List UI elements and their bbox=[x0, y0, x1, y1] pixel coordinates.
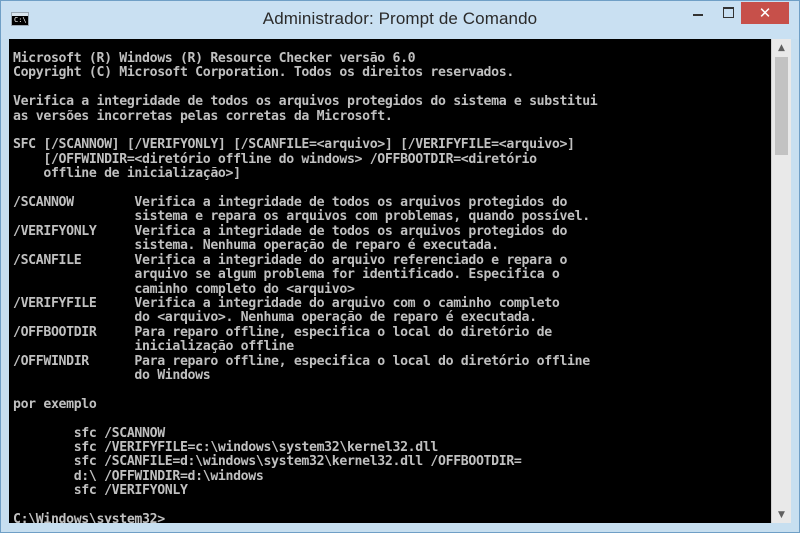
console-line: /SCANFILE Verifica a integridade do arqu… bbox=[13, 252, 568, 268]
console-line: sfc /SCANNOW bbox=[13, 425, 165, 441]
console-line: arquivo se algum problema for identifica… bbox=[13, 267, 560, 283]
console-line: sistema. Nenhuma operação de reparo é ex… bbox=[13, 238, 499, 254]
command-prompt-window: Administrador: Prompt de Comando ✕ Micro… bbox=[0, 0, 800, 533]
title-bar[interactable]: Administrador: Prompt de Comando ✕ bbox=[1, 1, 799, 39]
console-line: do Windows bbox=[13, 367, 211, 383]
console-line: /VERIFYONLY Verifica a integridade de to… bbox=[13, 223, 568, 239]
scroll-up-icon: ▲ bbox=[778, 42, 785, 53]
console-line: /OFFWINDIR Para reparo offline, especifi… bbox=[13, 353, 590, 369]
console-line: Copyright (C) Microsoft Corporation. Tod… bbox=[13, 65, 514, 81]
scroll-up-button[interactable]: ▲ bbox=[772, 39, 791, 56]
close-button[interactable]: ✕ bbox=[741, 2, 789, 24]
console-line: sfc /SCANFILE=d:\windows\system32\kernel… bbox=[13, 454, 522, 470]
console-line: d:\ /OFFWINDIR=d:\windows bbox=[13, 468, 264, 484]
maximize-button[interactable] bbox=[714, 2, 742, 22]
console-line: do <arquivo>. Nenhuma operação de reparo… bbox=[13, 310, 537, 326]
console-line: caminho completo do <arquivo> bbox=[13, 281, 355, 297]
console-line: Microsoft (R) Windows (R) Resource Check… bbox=[13, 51, 416, 66]
scrollbar-thumb[interactable] bbox=[775, 57, 788, 155]
close-icon: ✕ bbox=[758, 4, 772, 22]
window-title: Administrador: Prompt de Comando bbox=[262, 9, 538, 28]
minimize-icon bbox=[693, 14, 703, 16]
console-line: SFC [/SCANNOW] [/VERIFYONLY] [/SCANFILE=… bbox=[13, 137, 575, 153]
console-line: /SCANNOW Verifica a integridade de todos… bbox=[13, 195, 568, 211]
minimize-button[interactable] bbox=[684, 2, 712, 22]
console-output[interactable]: Microsoft (R) Windows (R) Resource Check… bbox=[9, 39, 771, 523]
console-line: Verifica a integridade de todos os arqui… bbox=[13, 94, 598, 110]
console-line: /OFFBOOTDIR Para reparo offline, especif… bbox=[13, 324, 552, 340]
console-line: offline de inicialização>] bbox=[13, 166, 241, 182]
console-line: [/OFFWINDIR=<diretório offline do window… bbox=[13, 151, 537, 167]
console-line: sfc /VERIFYONLY bbox=[13, 483, 188, 499]
console-line: inicialização offline bbox=[13, 339, 294, 355]
maximize-icon bbox=[722, 6, 734, 18]
console-line: sistema e repara os arquivos com problem… bbox=[13, 209, 590, 225]
scroll-down-icon: ▼ bbox=[778, 509, 785, 520]
console-line: as versões incorretas pelas corretas da … bbox=[13, 108, 393, 124]
console-line: C:\Windows\system32> bbox=[13, 512, 165, 523]
console-line: por exemplo bbox=[13, 396, 97, 412]
scroll-down-button[interactable]: ▼ bbox=[772, 506, 791, 523]
console-text: Microsoft (R) Windows (R) Resource Check… bbox=[9, 39, 771, 523]
console-line: sfc /VERIFYFILE=c:\windows\system32\kern… bbox=[13, 439, 439, 455]
vertical-scrollbar[interactable]: ▲ ▼ bbox=[771, 39, 791, 523]
console-line: /VERIFYFILE Verifica a integridade do ar… bbox=[13, 295, 560, 311]
